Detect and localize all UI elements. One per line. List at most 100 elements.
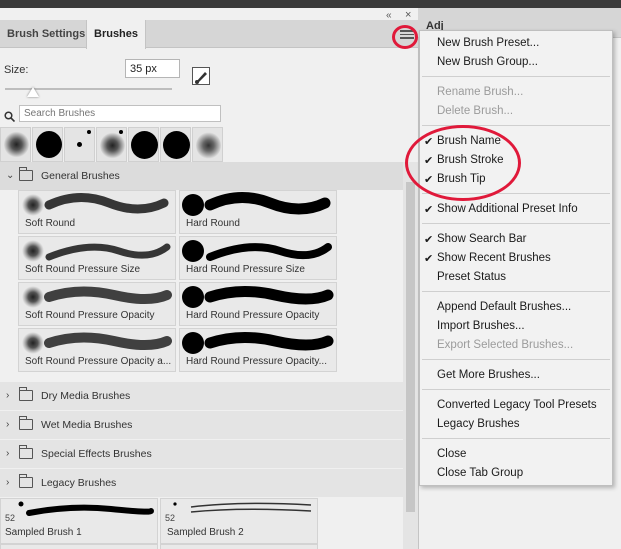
menu-rename-brush: Rename Brush... [437,86,524,98]
window-top-strip [0,0,621,8]
brush-hard-round-pressure-opacity-size[interactable]: Hard Round Pressure Opacity... [179,328,337,372]
chevron-right-icon: › [6,390,10,401]
recent-brush-5[interactable] [128,127,159,162]
menu-delete-brush: Delete Brush... [437,105,514,117]
group-label: Dry Media Brushes [41,390,131,402]
brush-label: Soft Round Pressure Opacity [25,310,155,321]
tab-brush-settings[interactable]: Brush Settings [0,20,92,48]
folder-icon [19,445,33,459]
brush-size-number: 52 [5,513,16,523]
brush-hard-round[interactable]: Hard Round [179,190,337,234]
menu-show-additional-preset-info[interactable]: Show Additional Preset Info [437,203,578,215]
brush-label: Soft Round Pressure Opacity a... [25,356,172,367]
folder-icon [19,167,33,181]
checkmark-icon: ✔ [424,253,434,265]
brush-label: Hard Round Pressure Size [186,264,305,275]
menu-separator [422,125,610,126]
brush-label: Sampled Brush 2 [167,527,244,538]
menu-converted-legacy-tool-presets[interactable]: Converted Legacy Tool Presets [437,399,597,411]
chevron-down-icon: ⌄ [6,170,15,181]
menu-separator [422,193,610,194]
menu-show-search-bar[interactable]: Show Search Bar [437,233,527,245]
menu-brush-stroke[interactable]: Brush Stroke [437,154,503,166]
brush-label: Hard Round Pressure Opacity... [186,356,327,367]
search-icon [4,111,15,122]
brush-sampled-2[interactable]: 52 Sampled Brush 2 [160,498,318,544]
panel-scrollbar[interactable] [403,162,418,549]
brush-label: Hard Round [186,218,240,229]
brush-soft-round-pressure-opacity[interactable]: Soft Round Pressure Opacity [18,282,176,326]
brush-soft-round-pressure-size[interactable]: Soft Round Pressure Size [18,236,176,280]
group-legacy-brushes[interactable]: › Legacy Brushes [0,469,403,497]
recent-brush-6[interactable] [160,127,191,162]
menu-separator [422,223,610,224]
size-input[interactable] [125,59,180,78]
folder-icon [19,474,33,488]
size-slider-thumb[interactable] [27,87,39,97]
search-brushes-input[interactable] [19,105,221,122]
menu-brush-tip[interactable]: Brush Tip [437,173,486,185]
panel-tab-bar: Brush Settings Brushes [0,20,418,49]
brushes-panel: « × Brush Settings Brushes Size: ⌄ Gener… [0,8,418,549]
checkmark-icon: ✔ [424,155,434,167]
menu-import-brushes[interactable]: Import Brushes... [437,320,525,332]
checkmark-icon: ✔ [424,204,434,216]
group-label: General Brushes [41,170,120,182]
menu-separator [422,76,610,77]
panel-menu-icon[interactable] [400,28,414,40]
brush-sampled-4[interactable] [160,544,318,549]
size-label: Size: [4,64,29,76]
recent-brush-1[interactable] [0,127,31,162]
group-wet-media-brushes[interactable]: › Wet Media Brushes [0,411,403,439]
menu-separator [422,389,610,390]
menu-new-brush-group[interactable]: New Brush Group... [437,56,538,68]
group-special-effects-brushes[interactable]: › Special Effects Brushes [0,440,403,468]
menu-get-more-brushes[interactable]: Get More Brushes... [437,369,540,381]
brush-soft-round[interactable]: Soft Round [18,190,176,234]
menu-new-brush-preset[interactable]: New Brush Preset... [437,37,539,49]
group-dry-media-brushes[interactable]: › Dry Media Brushes [0,382,403,410]
brush-hard-round-pressure-size[interactable]: Hard Round Pressure Size [179,236,337,280]
recent-brush-7[interactable] [192,127,223,162]
tab-brushes[interactable]: Brushes [86,20,147,49]
checkmark-icon: ✔ [424,136,434,148]
menu-separator [422,291,610,292]
menu-close-tab-group[interactable]: Close Tab Group [437,467,523,479]
folder-icon [19,387,33,401]
recent-brush-4[interactable] [96,127,127,162]
chevron-right-icon: › [6,477,10,488]
menu-export-selected-brushes: Export Selected Brushes... [437,339,574,351]
brush-soft-round-pressure-opacity-size[interactable]: Soft Round Pressure Opacity a... [18,328,176,372]
recent-brushes-row [0,127,223,162]
brush-hard-round-pressure-opacity[interactable]: Hard Round Pressure Opacity [179,282,337,326]
brush-size-number: 52 [165,513,176,523]
menu-brush-name[interactable]: Brush Name [437,135,501,147]
menu-legacy-brushes[interactable]: Legacy Brushes [437,418,519,430]
brush-label: Hard Round Pressure Opacity [186,310,320,321]
brushes-panel-flyout-menu: New Brush Preset... New Brush Group... R… [419,30,613,486]
menu-show-recent-brushes[interactable]: Show Recent Brushes [437,252,551,264]
menu-close[interactable]: Close [437,448,466,460]
checkmark-icon: ✔ [424,174,434,186]
menu-separator [422,438,610,439]
group-label: Wet Media Brushes [41,419,133,431]
brush-label: Soft Round Pressure Size [25,264,141,275]
group-general-brushes[interactable]: ⌄ General Brushes [0,162,403,190]
checkmark-icon: ✔ [424,234,434,246]
chevron-right-icon: › [6,448,10,459]
brush-settings-icon[interactable] [192,67,210,85]
scrollbar-thumb[interactable] [406,182,415,512]
recent-brush-3[interactable] [64,127,95,162]
menu-separator [422,359,610,360]
group-label: Legacy Brushes [41,477,117,489]
brush-label: Sampled Brush 1 [5,527,82,538]
recent-brush-2[interactable] [32,127,63,162]
menu-append-default-brushes[interactable]: Append Default Brushes... [437,301,571,313]
brush-preset-list: ⌄ General Brushes Soft Round Hard Round [0,162,403,549]
brush-label: Soft Round [25,218,76,229]
brush-sampled-1[interactable]: 52 Sampled Brush 1 [0,498,158,544]
group-label: Special Effects Brushes [41,448,152,460]
brush-sampled-3[interactable] [0,544,158,549]
folder-icon [19,416,33,430]
menu-preset-status[interactable]: Preset Status [437,271,506,283]
